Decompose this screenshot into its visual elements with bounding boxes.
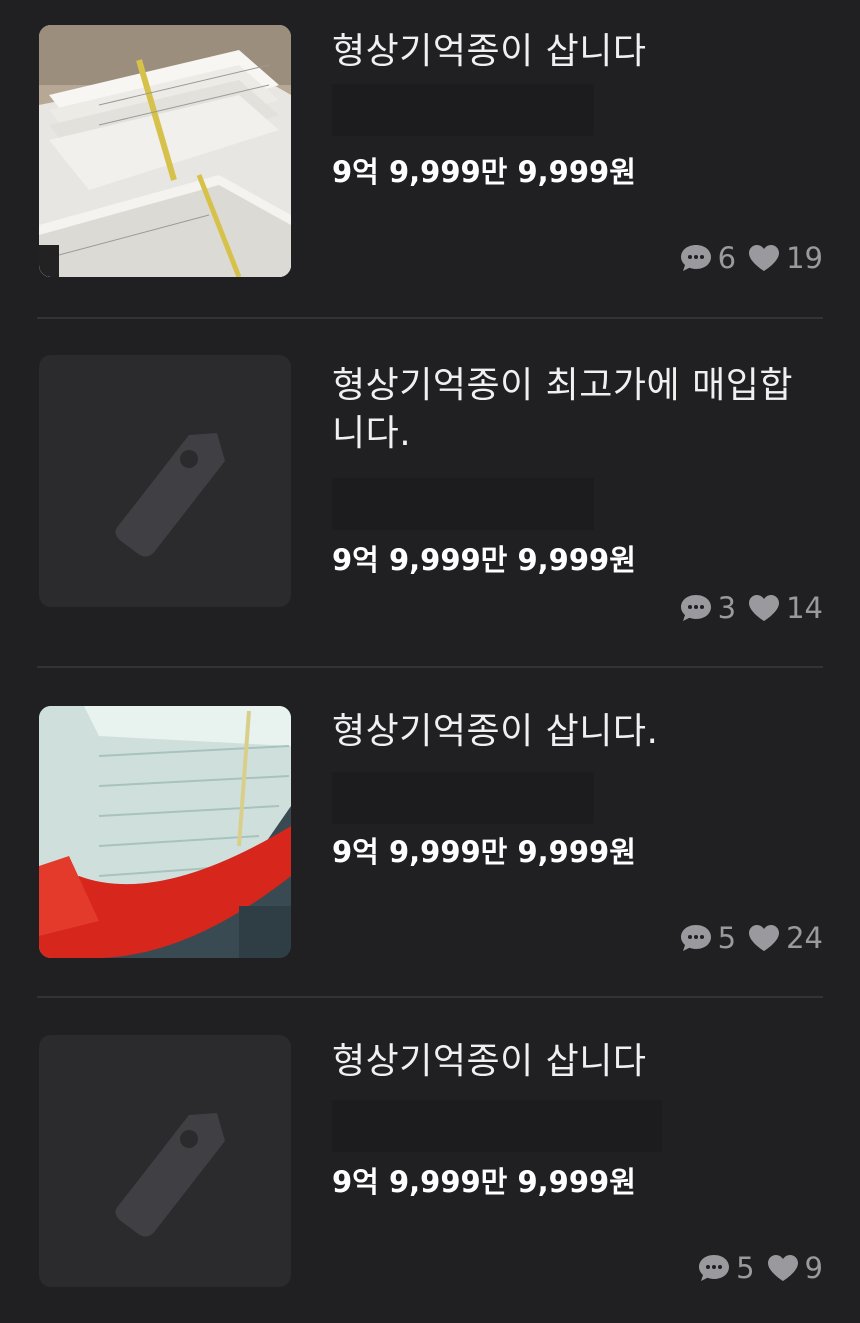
like-count: 9 [804, 1251, 823, 1285]
listing-stats: 3 14 [680, 588, 823, 628]
listing-item[interactable]: 형상기억종이 삽니다. 9억 9,999만 9,999원 5 24 [0, 680, 860, 998]
heart-icon [749, 595, 780, 621]
comment-count: 3 [717, 591, 737, 625]
tag-icon [115, 433, 225, 557]
listing-stats: 5 9 [698, 1248, 823, 1288]
listing-item[interactable]: 형상기억종이 삽니다 9억 9,999만 9,999원 6 19 [0, 0, 860, 318]
listing-thumbnail-placeholder [39, 355, 291, 607]
listing-title: 형상기억종이 삽니다 [332, 31, 647, 72]
comment-icon [699, 1255, 730, 1281]
like-count: 19 [786, 241, 823, 275]
listing-item[interactable]: 형상기억종이 삽니다 9억 9,999만 9,999원 5 9 [0, 1010, 860, 1323]
heart-icon [749, 245, 780, 271]
redacted-location [332, 84, 594, 136]
listing-price: 9억 9,999만 9,999원 [332, 543, 636, 577]
listing-photo [39, 706, 291, 958]
listing-title: 형상기억종이 최고가에 매입합 니다. [332, 365, 793, 454]
redacted-location [332, 772, 594, 824]
comment-count: 5 [717, 921, 737, 955]
like-count: 24 [786, 921, 823, 955]
comment-icon [680, 595, 711, 621]
listing-title: 형상기억종이 삽니다 [332, 1041, 647, 1082]
listing-title: 형상기억종이 삽니다. [332, 711, 659, 752]
listing-photo [39, 25, 291, 277]
divider [37, 996, 823, 998]
listing-price: 9억 9,999만 9,999원 [332, 1165, 636, 1199]
tag-icon [115, 1113, 225, 1237]
divider [37, 666, 823, 668]
listing-price: 9억 9,999만 9,999원 [332, 835, 636, 869]
divider [37, 317, 823, 319]
comment-count: 6 [717, 241, 737, 275]
comment-icon [680, 925, 711, 951]
listing-thumbnail-placeholder [39, 1035, 291, 1287]
comment-icon [680, 245, 711, 271]
like-count: 14 [786, 591, 823, 625]
comment-count: 5 [736, 1251, 755, 1285]
listing-stats: 5 24 [680, 918, 823, 958]
heart-icon [767, 1255, 798, 1281]
redacted-location [332, 1100, 662, 1152]
redacted-location [332, 478, 594, 530]
heart-icon [749, 925, 780, 951]
listing-price: 9억 9,999만 9,999원 [332, 155, 636, 189]
listing-item[interactable]: 형상기억종이 최고가에 매입합 니다. 9억 9,999만 9,999원 3 1… [0, 330, 860, 668]
listing-stats: 6 19 [680, 238, 823, 278]
